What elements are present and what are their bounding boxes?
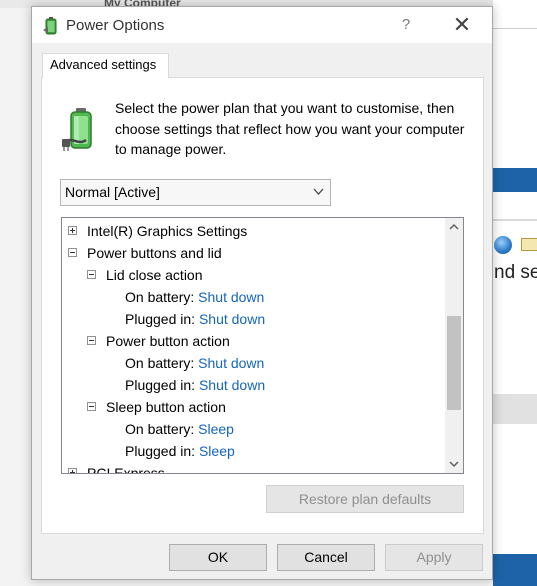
background-separator — [493, 219, 537, 221]
scrollbar-thumb[interactable] — [447, 316, 461, 410]
tree-setting-power-plugged-in[interactable]: Plugged in: Shut down — [125, 374, 265, 396]
setting-label: On battery: — [125, 421, 199, 437]
tree-scrollbar[interactable] — [445, 218, 463, 473]
tree-item-label: Sleep button action — [106, 399, 226, 415]
advanced-settings-panel: Select the power plan that you want to c… — [41, 77, 484, 534]
scroll-down-arrow-icon[interactable] — [445, 455, 463, 473]
tree-setting-sleep-on-battery[interactable]: On battery: Sleep — [125, 418, 234, 440]
close-button[interactable]: ✕ — [448, 14, 476, 36]
power-plan-dropdown[interactable]: Normal [Active] — [60, 179, 331, 206]
intro-text: Select the power plan that you want to c… — [115, 100, 465, 157]
tree-setting-lid-plugged-in[interactable]: Plugged in: Shut down — [125, 308, 265, 330]
settings-tree-content: Intel(R) Graphics Settings Power buttons… — [62, 218, 445, 473]
setting-value-link[interactable]: Shut down — [198, 355, 264, 371]
power-options-icon — [43, 17, 57, 35]
cancel-button[interactable]: Cancel — [277, 544, 375, 571]
collapse-minus-icon[interactable] — [87, 270, 96, 279]
background-right-pane — [493, 0, 537, 586]
settings-tree[interactable]: Intel(R) Graphics Settings Power buttons… — [61, 217, 464, 474]
tab-advanced-settings[interactable]: Advanced settings — [42, 53, 169, 78]
collapse-minus-icon[interactable] — [87, 336, 96, 345]
setting-label: On battery: — [125, 289, 199, 305]
title-bar[interactable]: Power Options ? ✕ — [32, 7, 492, 43]
setting-label: Plugged in: — [125, 377, 199, 393]
tree-item-label: Power buttons and lid — [87, 245, 222, 261]
globe-icon — [494, 236, 512, 254]
tree-item-label: PCI Express — [87, 465, 165, 473]
dialog-title: Power Options — [66, 17, 165, 34]
setting-value-link[interactable]: Sleep — [199, 443, 235, 459]
collapse-minus-icon[interactable] — [87, 402, 96, 411]
power-options-dialog: Power Options ? ✕ Advanced settings Sele… — [31, 6, 493, 580]
background-blue-bar-bottom — [493, 554, 537, 586]
apply-button[interactable]: Apply — [385, 544, 483, 571]
restore-plan-defaults-button[interactable]: Restore plan defaults — [266, 485, 464, 513]
setting-value-link[interactable]: Shut down — [199, 377, 265, 393]
tree-setting-power-on-battery[interactable]: On battery: Shut down — [125, 352, 264, 374]
tree-item-label: Intel(R) Graphics Settings — [87, 223, 248, 239]
background-blue-bar — [493, 168, 537, 192]
setting-label: Plugged in: — [125, 443, 199, 459]
setting-value-link[interactable]: Shut down — [199, 311, 265, 327]
background-gray-bar — [493, 394, 537, 424]
setting-label: Plugged in: — [125, 311, 199, 327]
tree-item-label: Lid close action — [106, 267, 203, 283]
setting-label: On battery: — [125, 355, 199, 371]
setting-value-link[interactable]: Sleep — [198, 421, 234, 437]
power-plan-value: Normal [Active] — [65, 184, 160, 200]
tree-setting-sleep-plugged-in[interactable]: Plugged in: Sleep — [125, 440, 235, 462]
tree-item-label: Power button action — [106, 333, 230, 349]
battery-plug-icon — [62, 108, 92, 151]
background-partial-text: nd se — [494, 262, 537, 283]
collapse-minus-icon[interactable] — [68, 248, 77, 257]
expand-plus-icon[interactable] — [68, 468, 77, 473]
chevron-down-icon — [313, 188, 324, 195]
help-button[interactable]: ? — [392, 14, 420, 36]
tree-setting-lid-on-battery[interactable]: On battery: Shut down — [125, 286, 264, 308]
mail-icon — [521, 238, 537, 251]
background-divider — [493, 28, 537, 29]
scroll-up-arrow-icon[interactable] — [445, 218, 463, 236]
setting-value-link[interactable]: Shut down — [198, 289, 264, 305]
expand-plus-icon[interactable] — [68, 226, 77, 235]
ok-button[interactable]: OK — [169, 544, 267, 571]
